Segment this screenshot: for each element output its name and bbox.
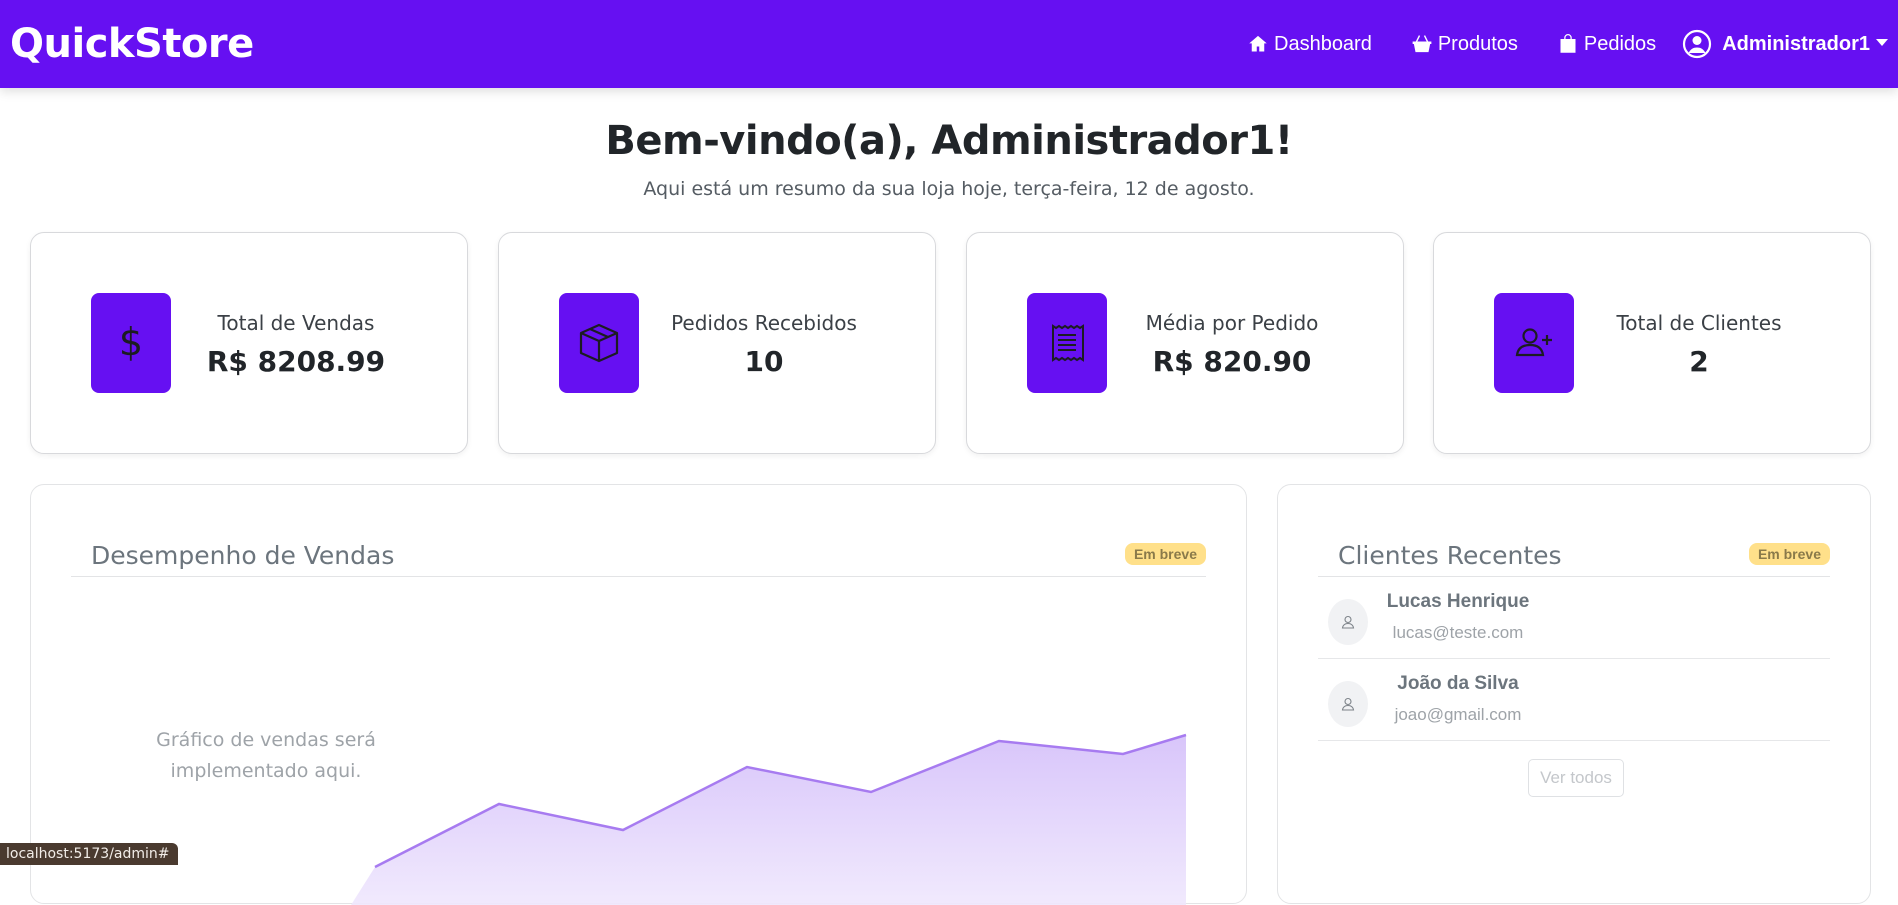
chart-placeholder-text: Gráfico de vendas será implementado aqui… bbox=[126, 725, 406, 787]
person-icon bbox=[1341, 697, 1355, 711]
chart-placeholder-line2: implementado aqui. bbox=[170, 760, 362, 782]
recent-clients-panel: Clientes Recentes Em breve Lucas Henriqu… bbox=[1277, 484, 1871, 904]
sales-chart-decoration bbox=[351, 733, 1187, 905]
stat-label: Pedidos Recebidos bbox=[671, 311, 857, 335]
stat-text: Média por Pedido R$ 820.90 bbox=[1127, 311, 1337, 378]
stat-icon-box: $ bbox=[91, 293, 171, 393]
client-email: lucas@teste.com bbox=[1392, 623, 1524, 642]
stat-label: Total de Clientes bbox=[1616, 311, 1782, 335]
nav-produtos-link[interactable]: Produtos bbox=[1412, 33, 1518, 56]
box-icon bbox=[579, 323, 619, 363]
page-subtitle: Aqui está um resumo da sua loja hoje, te… bbox=[643, 178, 1255, 200]
panel-header: Clientes Recentes Em breve bbox=[1318, 535, 1830, 577]
chevron-down-icon bbox=[1876, 38, 1888, 46]
stat-card-pedidos: Pedidos Recebidos 10 bbox=[498, 232, 936, 454]
coming-soon-badge: Em breve bbox=[1748, 542, 1830, 565]
receipt-icon bbox=[1052, 324, 1084, 362]
stat-value: 10 bbox=[744, 345, 784, 378]
client-info: Lucas Henrique lucas@teste.com bbox=[1378, 591, 1538, 643]
nav-dashboard-label: Dashboard bbox=[1274, 32, 1372, 55]
svg-text:$: $ bbox=[119, 321, 143, 364]
client-list-item[interactable]: João da Silva joao@gmail.com bbox=[1318, 659, 1830, 741]
stat-card-total-vendas: $ Total de Vendas R$ 8208.99 bbox=[30, 232, 468, 454]
house-icon bbox=[1249, 35, 1267, 52]
user-menu-toggle[interactable]: Administrador1 bbox=[1682, 29, 1888, 59]
user-name: Administrador1 bbox=[1722, 32, 1870, 55]
browser-status-url: localhost:5173/admin# bbox=[0, 843, 178, 865]
brand-logo[interactable]: QuickStore bbox=[10, 21, 254, 67]
stat-value: 2 bbox=[1689, 345, 1709, 378]
stat-text: Total de Vendas R$ 8208.99 bbox=[191, 311, 401, 378]
nav-pedidos-link[interactable]: Pedidos bbox=[1558, 33, 1656, 56]
person-circle-icon bbox=[1683, 29, 1712, 59]
client-email: joao@gmail.com bbox=[1394, 705, 1522, 724]
welcome-section: Bem-vindo(a), Administrador1! Aqui está … bbox=[0, 118, 1898, 200]
stat-text: Pedidos Recebidos 10 bbox=[659, 311, 869, 378]
stat-text: Total de Clientes 2 bbox=[1594, 311, 1804, 378]
client-name: João da Silva bbox=[1397, 673, 1519, 694]
client-list-item[interactable]: Lucas Henrique lucas@teste.com bbox=[1318, 577, 1830, 659]
stat-label: Total de Vendas bbox=[217, 311, 375, 335]
client-name: Lucas Henrique bbox=[1386, 591, 1530, 612]
chart-area bbox=[351, 735, 1186, 905]
nav-produtos-label: Produtos bbox=[1437, 32, 1518, 55]
bag-icon bbox=[1560, 34, 1576, 53]
stat-label: Média por Pedido bbox=[1145, 311, 1319, 335]
basket-icon bbox=[1412, 35, 1432, 53]
nav-dashboard-link[interactable]: Dashboard bbox=[1248, 33, 1372, 56]
stat-value: R$ 8208.99 bbox=[206, 345, 386, 378]
stat-card-total-clientes: Total de Clientes 2 bbox=[1433, 232, 1871, 454]
sales-performance-panel: Desempenho de Vendas Em breve Gráfico de… bbox=[30, 484, 1247, 905]
avatar bbox=[1328, 599, 1368, 645]
stat-icon-box bbox=[1027, 293, 1107, 393]
dollar-icon: $ bbox=[119, 321, 143, 364]
stat-icon-box bbox=[559, 293, 639, 393]
view-all-button[interactable]: Ver todos bbox=[1528, 759, 1624, 797]
stat-icon-box bbox=[1494, 293, 1574, 393]
stat-card-media-pedido: Média por Pedido R$ 820.90 bbox=[966, 232, 1404, 454]
nav-pedidos-label: Pedidos bbox=[1583, 32, 1657, 55]
stat-value: R$ 820.90 bbox=[1152, 345, 1312, 378]
page-title: Bem-vindo(a), Administrador1! bbox=[605, 118, 1293, 164]
person-icon bbox=[1341, 615, 1355, 629]
nav-links: Dashboard Produtos Pedidos Administrador… bbox=[1208, 0, 1888, 88]
chart-placeholder-line1: Gráfico de vendas será bbox=[156, 729, 376, 751]
person-plus-icon bbox=[1515, 328, 1552, 357]
avatar bbox=[1328, 681, 1368, 727]
navbar: QuickStore Dashboard Produtos Pedidos Ad… bbox=[0, 0, 1898, 88]
client-info: João da Silva joao@gmail.com bbox=[1378, 673, 1538, 725]
panel-title: Clientes Recentes bbox=[1338, 541, 1562, 570]
